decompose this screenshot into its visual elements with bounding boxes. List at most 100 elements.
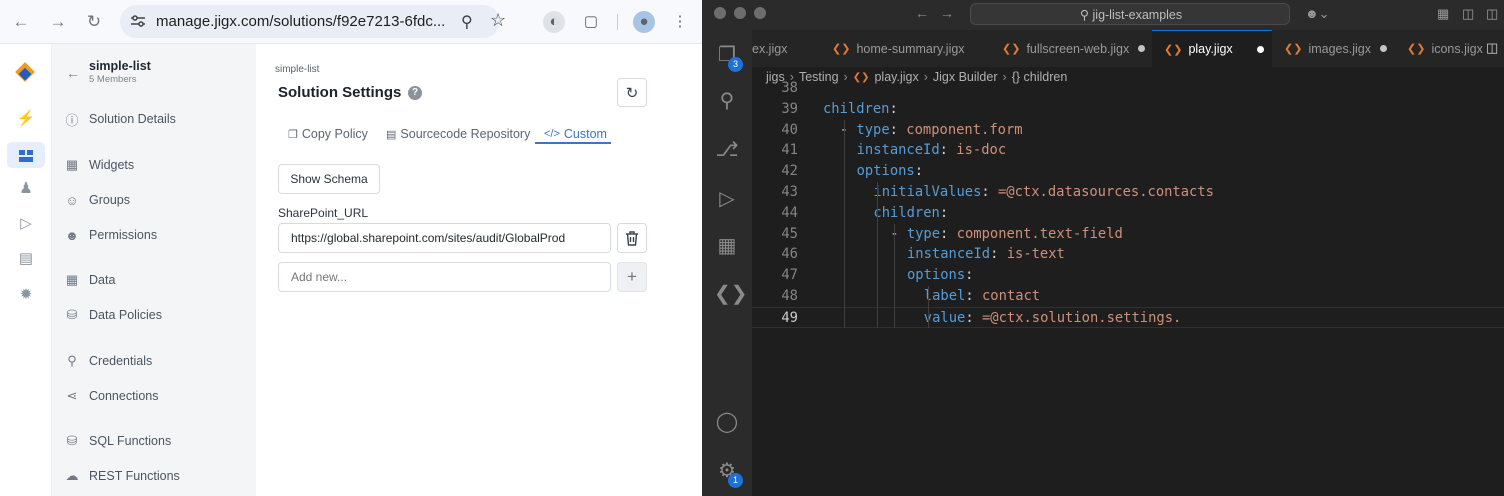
editor-tab-fullscreen-web[interactable]: ❮❯ fullscreen-web.jigx — [1002, 30, 1146, 67]
tab-sourcecode-repository[interactable]: ▤ Sourcecode Repository — [386, 124, 530, 144]
code-text: label: contact — [923, 288, 1041, 304]
reload-icon[interactable]: ↻ — [83, 11, 105, 33]
code-line[interactable]: 43 initialValues: =@ctx.datasources.conta… — [752, 182, 1504, 203]
line-number: 38 — [781, 80, 798, 96]
tab-copy-policy[interactable]: ❐ Copy Policy — [288, 124, 368, 144]
code-text: - type: component.form — [839, 121, 1023, 138]
editor-tab-images[interactable]: ❮❯ images.jigx — [1284, 30, 1387, 67]
sidebar-item-permissions[interactable]: ☻ Permissions — [64, 224, 157, 246]
toggle-sidebar-icon[interactable]: ◫ — [1462, 6, 1474, 22]
code-line[interactable]: 49 value: =@ctx.solution.settings. — [752, 306, 1504, 328]
sidebar-item-credentials[interactable]: ⚲ Credentials — [64, 350, 152, 372]
editor-tab-ex[interactable]: ex.jigx — [752, 30, 787, 67]
sidebar-item-data[interactable]: ▦ Data — [64, 269, 116, 291]
code-line[interactable]: 40 - type: component.form — [752, 120, 1504, 141]
sidebar-item-label: REST Functions — [89, 469, 180, 483]
line-number: 42 — [781, 163, 798, 180]
account-icon[interactable]: ◯ — [714, 409, 740, 435]
profile-avatar-icon[interactable]: ● — [633, 11, 655, 33]
code-icon: </> — [544, 128, 560, 140]
url-text[interactable]: manage.jigx.com/solutions/f92e7213-6fdc.… — [156, 13, 448, 30]
code-line[interactable]: 39 children: — [752, 99, 1504, 120]
sidebar-item-label: SQL Functions — [89, 434, 172, 448]
activity-bar: ❐ 3 ⚲ ⎇ ▷ ▦ ❮❯ ◯ ⚙ 1 — [702, 30, 752, 496]
line-number: 44 — [781, 204, 798, 221]
browser-menu-icon[interactable]: ⋮ — [669, 11, 691, 33]
users-icon[interactable]: ♟ — [14, 178, 38, 200]
store-icon[interactable]: ▤ — [14, 248, 38, 270]
solution-sidebar: ← simple-list 5 Members ⓘ Solution Detail… — [52, 44, 256, 496]
unsaved-dot — [1138, 45, 1146, 52]
sidebar-item-sql-functions[interactable]: ⛁ SQL Functions — [64, 430, 172, 452]
maximize-window-button[interactable] — [754, 7, 766, 19]
run-debug-icon[interactable]: ▷ — [714, 186, 740, 212]
toggle-panel-icon[interactable]: ◫ — [1486, 6, 1498, 22]
copilot-icon[interactable]: ☻⌄ — [1305, 6, 1330, 22]
settings-main: simple-list Solution Settings ? ↻ ❐ Copy … — [256, 44, 702, 496]
bug-icon[interactable]: ✹ — [14, 284, 38, 306]
jigx-builder-icon[interactable]: ❮❯ — [714, 281, 748, 307]
forward-icon[interactable]: → — [47, 11, 69, 33]
address-bar[interactable]: manage.jigx.com/solutions/f92e7213-6fdc.… — [120, 5, 506, 38]
sidebar-item-label: Data Policies — [89, 308, 162, 322]
layout-icon[interactable]: ▦ — [1437, 6, 1449, 22]
search-icon[interactable]: ⚲ — [714, 88, 740, 114]
bookmark-star-icon[interactable]: ☆ — [490, 10, 506, 31]
nav-back-icon[interactable]: ← — [915, 5, 929, 21]
jigx-logo-icon[interactable] — [13, 60, 37, 84]
code-line[interactable]: 45 - type: component.text-field — [752, 224, 1504, 245]
code-line[interactable]: 47 options: — [752, 265, 1504, 286]
zoom-search-icon[interactable]: ⚲ — [461, 12, 473, 32]
key-icon: ⚲ — [67, 353, 77, 368]
app-rail: ⚡ ♟ ▷ ▤ ✹ — [0, 44, 52, 496]
indent-guide — [843, 119, 845, 328]
sidebar-item-data-policies[interactable]: ⛁ Data Policies — [64, 304, 162, 326]
sidebar-item-label: Solution Details — [89, 112, 176, 126]
editor-tab-play[interactable]: ❮❯ play.jigx — [1152, 30, 1272, 67]
extension-icon[interactable]: ◐ — [543, 11, 565, 33]
close-window-button[interactable] — [714, 7, 726, 19]
tab-custom[interactable]: </> Custom — [544, 124, 607, 144]
code-line[interactable]: 44 children: — [752, 203, 1504, 224]
show-schema-button[interactable]: Show Schema — [278, 164, 380, 194]
code-line[interactable]: 42 options: — [752, 161, 1504, 182]
extensions-icon[interactable]: ▦ — [714, 233, 740, 259]
line-number: 40 — [781, 121, 798, 138]
tab-label: icons.jigx — [1431, 41, 1483, 56]
active-tab-indicator — [535, 142, 611, 144]
code-text: instanceId: is-doc — [856, 142, 1007, 159]
line-number: 46 — [781, 246, 798, 263]
code-line[interactable]: 38 — [752, 78, 1504, 99]
nav-forward-icon[interactable]: → — [940, 5, 954, 21]
add-button[interactable]: + — [617, 262, 647, 292]
code-line[interactable]: 41 instanceId: is-doc — [752, 140, 1504, 161]
megaphone-icon[interactable]: ▷ — [14, 213, 38, 235]
back-arrow-icon[interactable]: ← — [66, 65, 80, 81]
tab-label: fullscreen-web.jigx — [1026, 41, 1130, 56]
sidebar-item-groups[interactable]: ☺ Groups — [64, 189, 130, 211]
add-new-input[interactable] — [278, 262, 611, 292]
solutions-rail-active[interactable] — [7, 142, 45, 168]
minimize-window-button[interactable] — [734, 7, 746, 19]
browser-window: ← → ↻ manage.jigx.com/solutions/f92e7213… — [0, 0, 702, 496]
help-icon[interactable]: ? — [408, 86, 422, 100]
refresh-button[interactable]: ↻ — [617, 78, 647, 107]
code-area[interactable]: 38 39 children: 40 - type: component.form 41 i… — [752, 80, 1504, 336]
sidebar-item-rest-functions[interactable]: ☁ REST Functions — [64, 465, 180, 487]
sidebar-item-connections[interactable]: ⋖ Connections — [64, 385, 159, 407]
code-line[interactable]: 48 label: contact — [752, 286, 1504, 307]
split-editor-icon[interactable]: ◫ — [1486, 40, 1498, 56]
puzzle-extensions-icon[interactable]: ▢ — [580, 11, 602, 33]
lightning-icon[interactable]: ⚡ — [14, 108, 38, 130]
delete-button[interactable] — [617, 223, 647, 253]
sidebar-item-widgets[interactable]: ▦ Widgets — [64, 154, 134, 176]
sharepoint-url-input[interactable]: https://global.sharepoint.com/sites/audi… — [278, 223, 611, 253]
code-line[interactable]: 46 instanceId: is-text — [752, 244, 1504, 265]
site-settings-icon[interactable] — [130, 14, 146, 28]
sidebar-item-solution-details[interactable]: ⓘ Solution Details — [64, 108, 176, 130]
source-control-icon[interactable]: ⎇ — [714, 137, 740, 163]
editor-tab-home-summary[interactable]: ❮❯ home-summary.jigx — [832, 30, 965, 67]
editor-tab-icons[interactable]: ❮❯ icons.jigx — [1407, 30, 1483, 67]
back-icon[interactable]: ← — [10, 11, 32, 33]
command-center-search[interactable]: ⚲ jig-list-examples — [970, 3, 1290, 25]
